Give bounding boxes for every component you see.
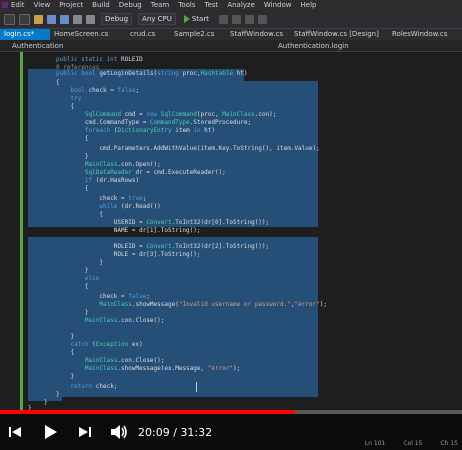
tab-staffwindow-design[interactable]: StaffWindow.cs [Design]	[290, 29, 388, 40]
menu-project[interactable]: Project	[59, 1, 83, 9]
tab-staffwindow[interactable]: StaffWindow.cs	[226, 29, 290, 40]
tab-login[interactable]: login.cs*	[0, 29, 50, 40]
save-icon[interactable]	[47, 14, 56, 24]
vs-logo-icon	[2, 2, 8, 8]
undo-icon[interactable]	[73, 14, 82, 24]
comment-icon[interactable]	[257, 14, 267, 24]
class-dropdown[interactable]: Authentication	[0, 42, 248, 50]
code-line: NAME = dr[1].ToString();	[56, 227, 201, 234]
menu-tools[interactable]: Tools	[178, 1, 195, 9]
tab-crud[interactable]: crud.cs	[116, 29, 170, 40]
char-number: Ch 15	[440, 440, 458, 447]
code-line: MainClass.con.Close();	[84, 317, 165, 324]
menu-analyze[interactable]: Analyze	[227, 1, 255, 9]
tab-roleswindow[interactable]: RolesWindow.cs	[388, 29, 454, 40]
navigation-bar: Authentication Authentication.login	[0, 40, 462, 52]
time-display: 20:09 / 31:32	[138, 426, 212, 439]
menu-test[interactable]: Test	[205, 1, 219, 9]
start-button[interactable]: Start	[183, 15, 209, 23]
menu-view[interactable]: View	[34, 1, 51, 9]
code-line: }	[44, 399, 48, 406]
code-line: }	[56, 373, 75, 380]
menu-team[interactable]: Team	[151, 1, 170, 9]
menu-bar: Edit View Project Build Debug Team Tools…	[0, 0, 462, 10]
column-number: Col 15	[403, 440, 423, 447]
code-line: {	[56, 283, 89, 290]
total-time: 31:32	[180, 425, 213, 439]
play-icon	[183, 15, 190, 23]
text-cursor	[196, 382, 197, 392]
platform-dropdown[interactable]: Any CPU	[138, 13, 176, 25]
editor-status: Ln 101 Col 15 Ch 15	[365, 440, 458, 447]
document-tabs: login.cs* HomeScreen.cs crud.cs Sample2.…	[0, 29, 462, 40]
open-folder-icon[interactable]	[34, 14, 43, 24]
volume-icon[interactable]	[110, 424, 128, 440]
step-icon[interactable]	[231, 14, 241, 24]
start-label: Start	[191, 15, 209, 23]
bookmark-icon[interactable]	[244, 14, 254, 24]
code-line: }	[56, 391, 60, 398]
change-indicator-bar	[20, 52, 23, 410]
back-icon[interactable]	[4, 13, 15, 25]
code-editor[interactable]: public static int ROLEID 0 references pu…	[0, 52, 462, 410]
menu-help[interactable]: Help	[301, 1, 317, 9]
toolbar: Debug Any CPU Start	[0, 10, 462, 29]
previous-icon[interactable]	[8, 425, 22, 439]
forward-icon[interactable]	[19, 13, 30, 25]
code-line: {	[56, 185, 89, 192]
member-dropdown[interactable]: Authentication.login	[248, 42, 349, 50]
next-icon[interactable]	[78, 425, 92, 439]
save-all-icon[interactable]	[60, 14, 69, 24]
tab-sample2[interactable]: Sample2.cs	[170, 29, 226, 40]
config-dropdown[interactable]: Debug	[101, 13, 133, 25]
current-time: 20:09	[138, 425, 170, 439]
code-line: return check;	[70, 383, 118, 390]
code-line: {	[56, 135, 89, 142]
menu-debug[interactable]: Debug	[119, 1, 142, 9]
menu-edit[interactable]: Edit	[11, 1, 25, 9]
line-number: Ln 101	[364, 440, 386, 447]
code-line: MainClass.showMessage(ex.Message, "error…	[84, 365, 241, 372]
menu-window[interactable]: Window	[264, 1, 292, 9]
tab-homescreen[interactable]: HomeScreen.cs	[50, 29, 116, 40]
menu-build[interactable]: Build	[92, 1, 110, 9]
time-separator: /	[169, 425, 181, 439]
play-icon[interactable]	[42, 424, 58, 440]
code-line: cmd.Parameters.AddWithValue(item.Key.ToS…	[56, 145, 320, 152]
code-line: MainClass.showMessage("Invalid username …	[99, 301, 327, 308]
code-line: public bool getLoginDetails(string proc,…	[56, 70, 248, 77]
redo-icon[interactable]	[86, 14, 95, 24]
browser-icon[interactable]	[218, 14, 228, 24]
